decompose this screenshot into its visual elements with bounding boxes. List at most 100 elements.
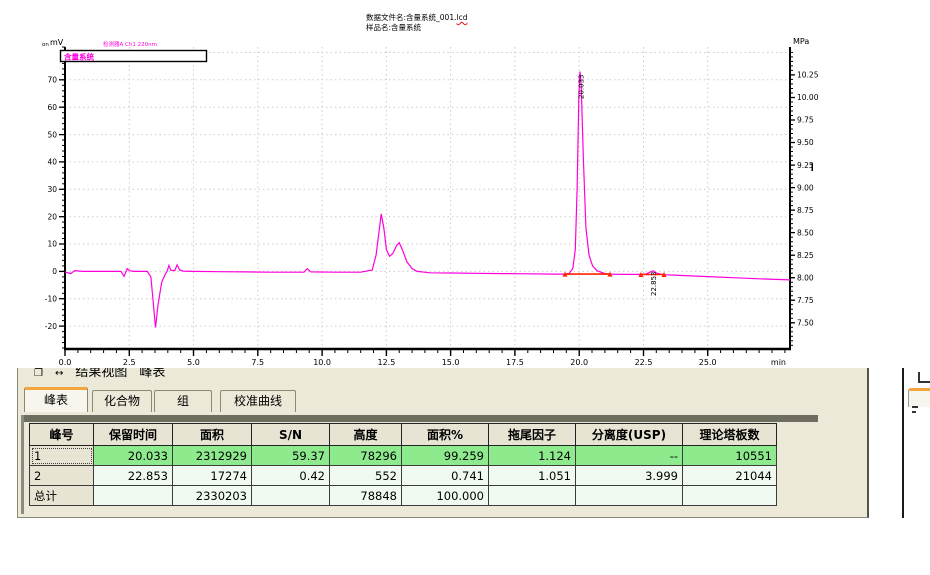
adjacent-panel-text-fragment <box>912 411 916 413</box>
svg-text:7.75: 7.75 <box>797 296 814 305</box>
svg-text:10.25: 10.25 <box>797 71 819 80</box>
adjacent-panel-divider <box>902 368 904 518</box>
svg-text:10: 10 <box>47 240 57 249</box>
svg-text:60: 60 <box>47 103 57 112</box>
svg-text:9.50: 9.50 <box>797 138 814 147</box>
table-container-left-border <box>21 415 24 514</box>
column-header: 峰号 <box>30 424 94 446</box>
table-row: 120.033231292959.377829699.2591.124--105… <box>30 446 777 466</box>
column-header: 面积% <box>402 424 489 446</box>
panel-title: 结果视图 <box>75 368 127 380</box>
svg-text:10.00: 10.00 <box>797 93 819 102</box>
svg-text:2.5: 2.5 <box>123 358 136 367</box>
svg-text:8.75: 8.75 <box>797 206 814 215</box>
svg-text:8.00: 8.00 <box>797 273 814 282</box>
peak-table-cell[interactable]: -- <box>576 446 683 466</box>
svg-text:8.50: 8.50 <box>797 228 814 237</box>
axes: -20-100102030405060707.507.758.008.258.5… <box>42 37 819 367</box>
detector-note: 检测器A Ch1 220nm <box>103 40 157 48</box>
peak-table-cell[interactable]: 1.124 <box>489 446 576 466</box>
table-container-top-border <box>21 415 818 422</box>
column-header: 面积 <box>173 424 252 446</box>
column-header: 高度 <box>330 424 402 446</box>
column-header: 拖尾因子 <box>489 424 576 446</box>
peak-table-cell[interactable]: 17274 <box>173 466 252 486</box>
legend: 含量系统 <box>61 51 207 62</box>
peak-table-cell[interactable] <box>683 486 777 506</box>
peak-table-cell[interactable] <box>252 486 330 506</box>
svg-text:9.00: 9.00 <box>797 183 814 192</box>
svg-text:on: on <box>42 42 49 48</box>
peak-table-cell[interactable]: 2330203 <box>173 486 252 506</box>
svg-text:5.0: 5.0 <box>187 358 200 367</box>
row-header-cell[interactable]: 1 <box>30 446 94 466</box>
svg-text:8.25: 8.25 <box>797 251 814 260</box>
peak-table-cell[interactable]: 0.42 <box>252 466 330 486</box>
table-row: 总计 2330203 78848100.000 <box>30 486 777 506</box>
svg-text:20.0: 20.0 <box>570 358 588 367</box>
row-header-cell[interactable]: 总计 <box>30 486 94 506</box>
results-panel: ❐ ↔ 结果视图 峰表 峰表 化合物 组 校准曲线 峰号保留时间面积S/N高度面… <box>17 368 869 518</box>
tab-compound[interactable]: 化合物 <box>92 390 152 412</box>
svg-text:20: 20 <box>47 212 57 221</box>
peak-table: 峰号保留时间面积S/N高度面积%拖尾因子分离度(USP)理论塔板数120.033… <box>29 423 777 506</box>
svg-text:10.0: 10.0 <box>313 358 331 367</box>
svg-text:25.0: 25.0 <box>699 358 717 367</box>
tab-group[interactable]: 组 <box>154 390 212 412</box>
svg-text:7.5: 7.5 <box>251 358 264 367</box>
adjacent-panel-tab-fragment[interactable] <box>908 388 930 407</box>
x-axis-unit: min <box>771 358 786 367</box>
svg-text:17.5: 17.5 <box>506 358 524 367</box>
column-header: 保留时间 <box>94 424 173 446</box>
peak-table-cell[interactable]: 2312929 <box>173 446 252 466</box>
svg-text:15.0: 15.0 <box>442 358 460 367</box>
y-right-unit: MPa <box>793 37 809 46</box>
table-row: 222.853172740.425520.7411.0513.99921044 <box>30 466 777 486</box>
y-left-unit: mV <box>50 38 64 47</box>
peak-table-cell[interactable] <box>94 486 173 506</box>
svg-text:30: 30 <box>47 185 57 194</box>
peak-table-cell[interactable]: 100.000 <box>402 486 489 506</box>
peak-label: 20.033 <box>578 75 586 100</box>
svg-text:-10: -10 <box>45 294 57 303</box>
peak-label: 22.853 <box>650 272 658 297</box>
peak-table-cell[interactable]: 3.999 <box>576 466 683 486</box>
peak-table-cell[interactable]: 78296 <box>330 446 402 466</box>
header-row: 峰号保留时间面积S/N高度面积%拖尾因子分离度(USP)理论塔板数 <box>30 424 777 446</box>
peak-table-cell[interactable]: 1.051 <box>489 466 576 486</box>
chromatogram-chart: -20-100102030405060707.507.758.008.258.5… <box>0 0 930 370</box>
adjacent-panel-text-fragment <box>912 406 918 408</box>
svg-text:-20: -20 <box>45 322 57 331</box>
column-header: 分离度(USP) <box>576 424 683 446</box>
svg-text:0.0: 0.0 <box>59 358 72 367</box>
svg-text:50: 50 <box>47 130 57 139</box>
panel-title-bar[interactable]: ❐ ↔ 结果视图 峰表 <box>18 368 867 382</box>
tab-calibration-curve[interactable]: 校准曲线 <box>220 390 296 412</box>
cursor-mark <box>812 163 814 171</box>
svg-text:22.5: 22.5 <box>635 358 653 367</box>
peak-table-cell[interactable]: 59.37 <box>252 446 330 466</box>
peak-table-cell[interactable]: 20.033 <box>94 446 173 466</box>
peak-table-cell[interactable]: 21044 <box>683 466 777 486</box>
column-header: 理论塔板数 <box>683 424 777 446</box>
peak-table-cell[interactable]: 22.853 <box>94 466 173 486</box>
peak-table-cell[interactable]: 99.259 <box>402 446 489 466</box>
row-header-cell[interactable]: 2 <box>30 466 94 486</box>
svg-text:7.50: 7.50 <box>797 319 814 328</box>
svg-text:12.5: 12.5 <box>377 358 395 367</box>
chromatogram-trace <box>65 72 790 328</box>
pin-icon: ↔ <box>55 368 63 379</box>
adjacent-panel-glyph-fragment <box>918 372 930 383</box>
peak-table-cell[interactable] <box>489 486 576 506</box>
svg-text:9.75: 9.75 <box>797 116 814 125</box>
gridlines <box>65 47 790 348</box>
svg-text:含量系统: 含量系统 <box>64 52 94 62</box>
window-icon: ❐ <box>34 368 43 379</box>
svg-text:70: 70 <box>47 76 57 85</box>
peak-table-cell[interactable]: 552 <box>330 466 402 486</box>
tab-peak-table[interactable]: 峰表 <box>24 387 88 412</box>
peak-table-cell[interactable]: 10551 <box>683 446 777 466</box>
peak-table-cell[interactable]: 78848 <box>330 486 402 506</box>
peak-table-cell[interactable]: 0.741 <box>402 466 489 486</box>
peak-table-cell[interactable] <box>576 486 683 506</box>
